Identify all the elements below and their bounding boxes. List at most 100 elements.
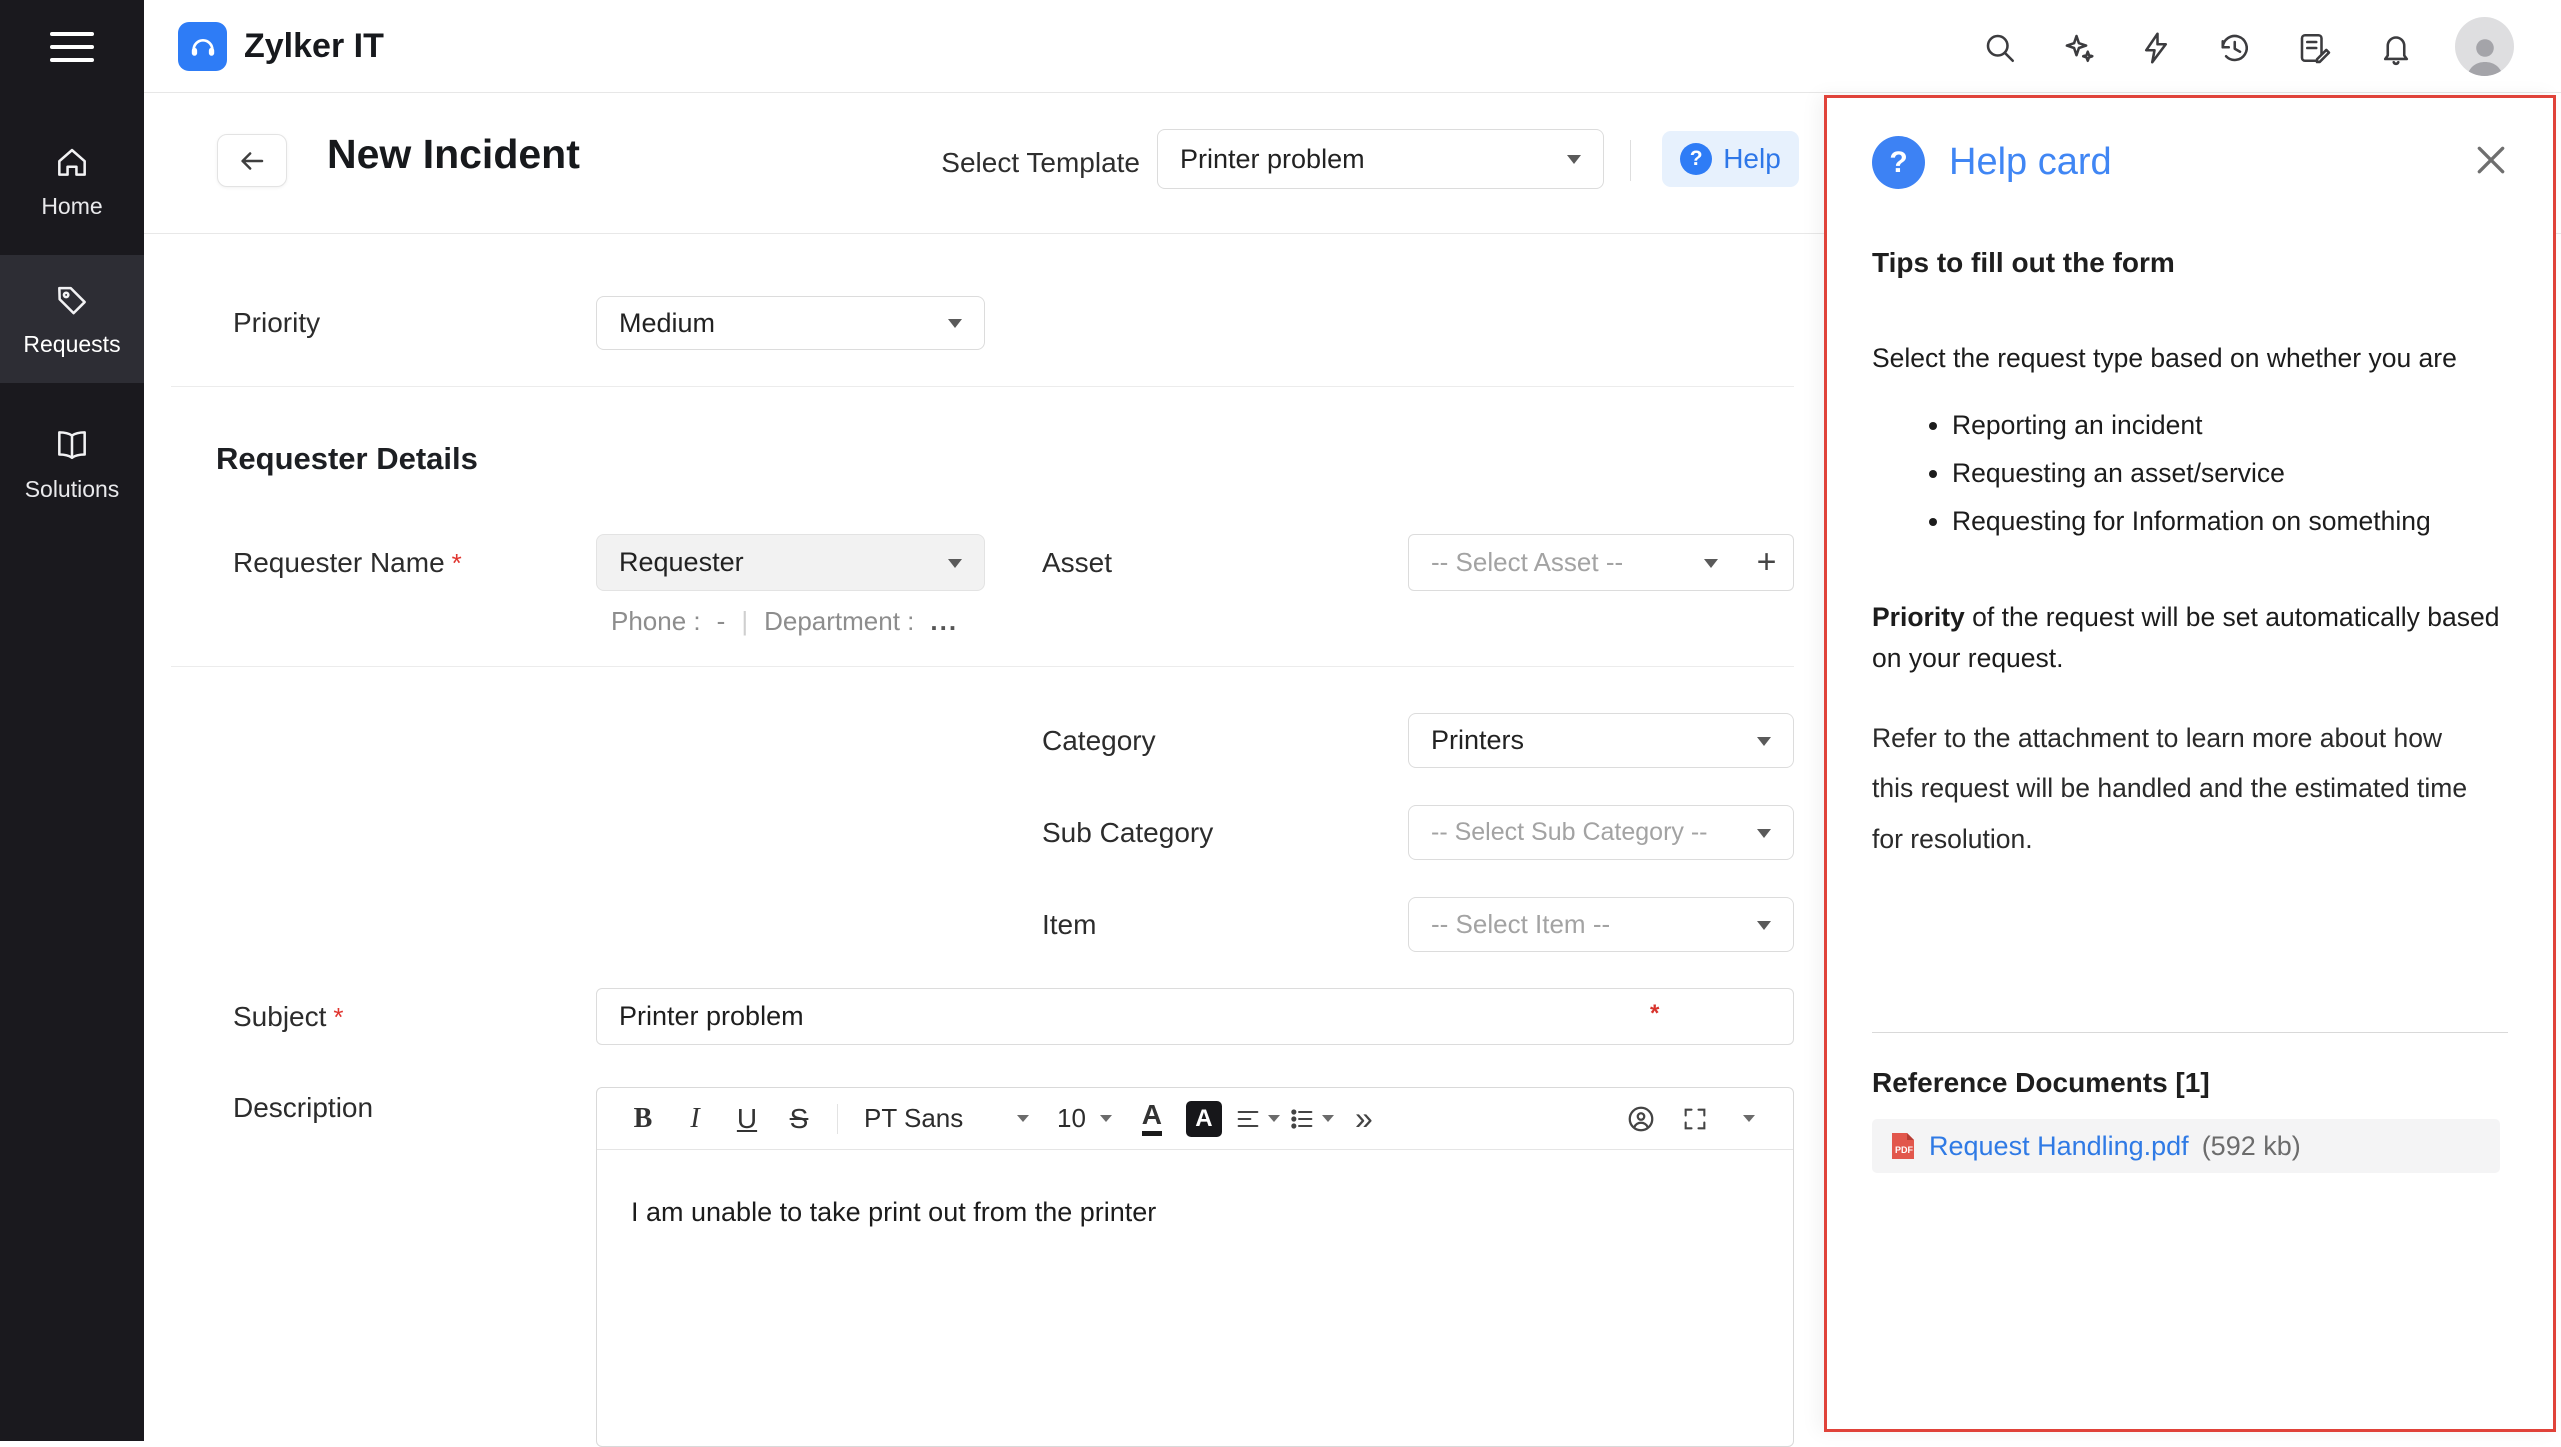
- tips-intro: Select the request type based on whether…: [1872, 343, 2508, 374]
- tips-bullet: Reporting an incident: [1952, 410, 2508, 441]
- panel-divider: [1872, 1032, 2508, 1033]
- fullscreen-icon: [1681, 1105, 1709, 1133]
- category-label: Category: [1042, 713, 1156, 768]
- header-divider: [1630, 140, 1631, 181]
- quick-actions-icon[interactable]: [2133, 25, 2179, 71]
- feedback-icon[interactable]: [2291, 25, 2337, 71]
- sidebar-item-solutions[interactable]: Solutions: [0, 409, 144, 519]
- back-arrow-icon: [237, 146, 267, 176]
- help-button[interactable]: ? Help: [1662, 131, 1799, 187]
- phone-value: -: [717, 606, 726, 637]
- back-button[interactable]: [217, 134, 287, 187]
- tips-bullet-list: Reporting an incident Requesting an asse…: [1872, 410, 2508, 537]
- sidebar-item-label: Home: [41, 193, 102, 220]
- svg-text:PDF: PDF: [1895, 1145, 1914, 1155]
- requester-meta: Phone : - | Department : ...: [611, 606, 958, 637]
- priority-select[interactable]: Medium: [596, 296, 985, 350]
- template-select-value: Printer problem: [1180, 144, 1365, 175]
- description-editor: B I U S PT Sans 10 A A »: [596, 1087, 1794, 1447]
- chevron-down-icon: [1743, 1115, 1755, 1122]
- subcategory-select[interactable]: -- Select Sub Category --: [1408, 805, 1794, 860]
- sidebar-item-home[interactable]: Home: [0, 133, 144, 229]
- department-value[interactable]: ...: [930, 606, 958, 637]
- avatar[interactable]: [2455, 17, 2514, 76]
- fullscreen-button[interactable]: [1673, 1096, 1717, 1142]
- whats-new-icon[interactable]: [2055, 25, 2101, 71]
- requester-select-value: Requester: [619, 547, 744, 578]
- priority-label: Priority: [233, 296, 320, 350]
- more-formatting-button[interactable]: »: [1342, 1096, 1386, 1142]
- subject-label: Subject*: [233, 988, 344, 1046]
- tips-bullet: Requesting an asset/service: [1952, 458, 2508, 489]
- template-select[interactable]: Printer problem: [1157, 129, 1604, 189]
- reference-document-row[interactable]: PDF Request Handling.pdf (592 kb): [1872, 1119, 2500, 1173]
- chevron-down-icon: [1322, 1115, 1334, 1122]
- requester-details-heading: Requester Details: [216, 441, 478, 477]
- font-size-value: 10: [1057, 1103, 1086, 1134]
- priority-select-value: Medium: [619, 308, 715, 339]
- app-name: Zylker IT: [244, 0, 384, 93]
- subject-input[interactable]: [596, 988, 1794, 1045]
- sidebar-item-label: Requests: [23, 331, 120, 358]
- description-input[interactable]: I am unable to take print out from the p…: [597, 1150, 1793, 1447]
- menu-icon[interactable]: [50, 32, 94, 62]
- close-icon[interactable]: [2471, 140, 2511, 180]
- requester-select[interactable]: Requester: [596, 534, 985, 591]
- item-select[interactable]: -- Select Item --: [1408, 897, 1794, 952]
- toolbar-collapse-button[interactable]: [1727, 1096, 1771, 1142]
- item-select-placeholder: -- Select Item --: [1431, 909, 1610, 940]
- tips-heading: Tips to fill out the form: [1872, 247, 2508, 279]
- italic-button[interactable]: I: [673, 1096, 717, 1142]
- category-select[interactable]: Printers: [1408, 713, 1794, 768]
- plus-icon: +: [1757, 543, 1777, 582]
- text-color-icon: A: [1142, 1101, 1162, 1136]
- section-divider: [171, 386, 1794, 387]
- mention-button[interactable]: [1619, 1096, 1663, 1142]
- priority-note: Priority of the request will be set auto…: [1872, 597, 2508, 679]
- align-button[interactable]: [1234, 1096, 1280, 1142]
- help-card-header: ? Help card: [1872, 136, 2508, 189]
- sidebar-corner: [0, 0, 144, 93]
- font-family-value: PT Sans: [864, 1103, 963, 1134]
- toolbar-separator: [837, 1104, 838, 1134]
- attachment-note: Refer to the attachment to learn more ab…: [1872, 713, 2472, 864]
- section-divider: [171, 666, 1794, 667]
- add-asset-button[interactable]: +: [1740, 534, 1794, 591]
- requests-icon: [53, 281, 91, 319]
- notifications-icon[interactable]: [2373, 25, 2419, 71]
- help-card-panel: ? Help card Tips to fill out the form Se…: [1824, 95, 2556, 1432]
- sidebar-item-requests[interactable]: Requests: [0, 255, 144, 383]
- description-label: Description: [233, 1092, 373, 1124]
- document-link[interactable]: Request Handling.pdf: [1929, 1131, 2189, 1162]
- topbar: Zylker IT: [0, 0, 2561, 93]
- asset-select[interactable]: -- Select Asset --: [1408, 534, 1741, 591]
- font-size-select[interactable]: 10: [1047, 1096, 1122, 1142]
- priority-note-bold: Priority: [1872, 602, 1965, 632]
- subcategory-select-placeholder: -- Select Sub Category --: [1431, 818, 1708, 847]
- department-label: Department :: [764, 606, 914, 637]
- select-template-label: Select Template: [900, 147, 1140, 179]
- chevron-down-icon: [1268, 1115, 1280, 1122]
- history-icon[interactable]: [2211, 25, 2257, 71]
- required-asterisk: *: [333, 1002, 343, 1032]
- sidebar: Home Requests Solutions: [0, 93, 144, 1441]
- search-icon[interactable]: [1977, 25, 2023, 71]
- tips-bullet: Requesting for Information on something: [1952, 506, 2508, 537]
- underline-button[interactable]: U: [725, 1096, 769, 1142]
- pdf-icon: PDF: [1890, 1131, 1916, 1161]
- help-card-title: Help card: [1949, 141, 2112, 184]
- chevron-down-icon: [1100, 1115, 1112, 1122]
- meta-separator: |: [741, 606, 748, 637]
- align-left-icon: [1234, 1105, 1262, 1133]
- strikethrough-button[interactable]: S: [777, 1096, 821, 1142]
- font-family-select[interactable]: PT Sans: [854, 1096, 1039, 1142]
- solutions-icon: [53, 426, 91, 464]
- subject-label-text: Subject: [233, 1001, 326, 1032]
- requester-name-label: Requester Name*: [233, 534, 462, 592]
- text-color-button[interactable]: A: [1130, 1096, 1174, 1142]
- list-button[interactable]: [1288, 1096, 1334, 1142]
- background-color-button[interactable]: A: [1182, 1096, 1226, 1142]
- bold-button[interactable]: B: [621, 1096, 665, 1142]
- app-logo[interactable]: [178, 22, 227, 71]
- help-icon: ?: [1680, 143, 1712, 175]
